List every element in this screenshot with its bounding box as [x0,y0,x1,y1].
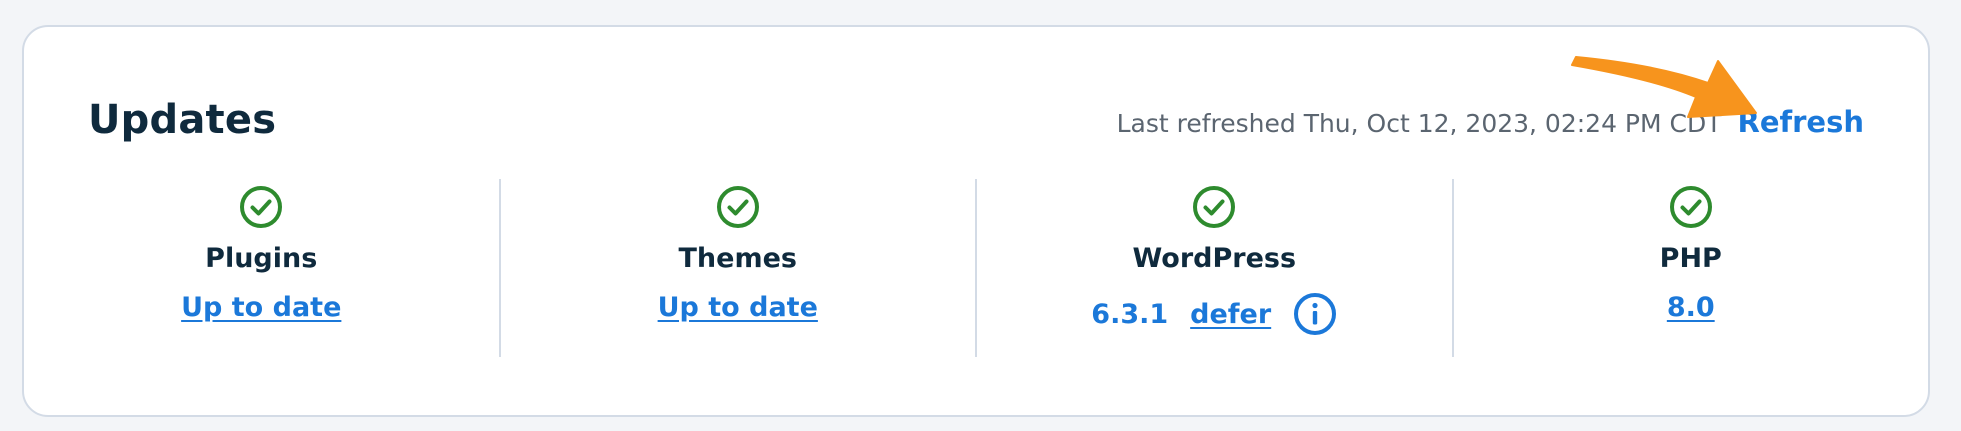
update-status-columns: Plugins Up to date Themes Up to date Wor… [24,179,1928,357]
last-refreshed-text: Last refreshed Thu, Oct 12, 2023, 02:24 … [1116,109,1722,138]
updates-title: Updates [88,97,277,143]
info-icon[interactable] [1293,292,1337,336]
themes-status-link[interactable]: Up to date [658,292,818,323]
themes-column: Themes Up to date [498,179,976,357]
themes-label: Themes [678,243,797,274]
wordpress-column: WordPress 6.3.1 defer [975,179,1452,357]
check-circle-icon [716,186,759,228]
php-column: PHP 8.0 [1451,179,1929,357]
refresh-row: Last refreshed Thu, Oct 12, 2023, 02:24 … [1117,105,1864,139]
wordpress-label: WordPress [1132,243,1297,274]
plugins-label: Plugins [205,243,318,274]
refresh-button[interactable]: Refresh [1738,105,1865,139]
php-values: 8.0 [1667,292,1715,323]
php-label: PHP [1659,243,1722,274]
themes-values: Up to date [658,292,818,323]
wordpress-version: 6.3.1 [1091,298,1169,330]
wordpress-defer-link[interactable]: defer [1190,299,1271,330]
plugins-column: Plugins Up to date [24,179,499,357]
updates-card: Updates Last refreshed Thu, Oct 12, 2023… [22,25,1930,417]
check-circle-icon [1193,186,1236,228]
wordpress-values: 6.3.1 defer [1091,292,1337,336]
plugins-status-link[interactable]: Up to date [181,292,341,323]
check-circle-icon [240,186,283,228]
plugins-values: Up to date [181,292,341,323]
check-circle-icon [1669,186,1712,228]
php-version-link[interactable]: 8.0 [1667,292,1715,323]
